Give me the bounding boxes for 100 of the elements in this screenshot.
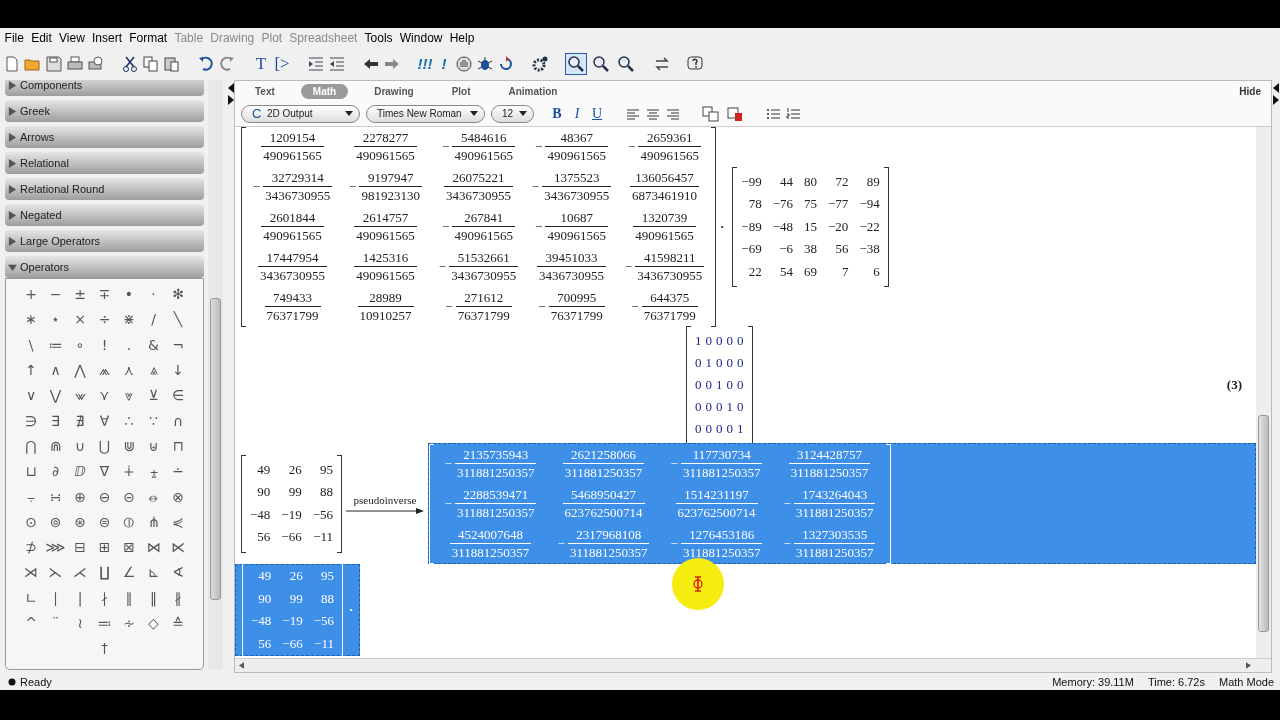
scroll-thumb[interactable]	[1258, 415, 1269, 632]
numerator: 39451033	[544, 250, 599, 266]
palette-header[interactable]: Relational	[5, 152, 204, 174]
redo-icon[interactable]	[218, 54, 236, 73]
menu-item[interactable]: Tools	[361, 30, 397, 45]
numerator: 2135735943	[462, 446, 530, 463]
numerator: 1320739	[640, 210, 689, 226]
minus-sign: −	[535, 219, 543, 235]
context-tab[interactable]: Animation	[496, 83, 570, 99]
matrix-entry: −11	[312, 528, 334, 546]
expand-arrow-icon[interactable]	[228, 95, 234, 105]
clipboard-icon[interactable]	[163, 54, 181, 73]
menu-item[interactable]: Help	[446, 30, 478, 45]
matrix-entry: 1	[705, 354, 712, 372]
execute-button[interactable]: !	[436, 55, 452, 72]
context-tab[interactable]: Plot	[439, 83, 483, 99]
menu-item[interactable]: Edit	[27, 30, 56, 45]
menu-item[interactable]: Window	[396, 30, 447, 45]
numerator: 749433	[272, 290, 313, 306]
matrix-entry: 0	[716, 420, 723, 438]
matrix-entry: 72	[834, 172, 849, 191]
menu-item[interactable]: Format	[125, 30, 171, 45]
matrix-entry: 99	[287, 483, 302, 501]
printer-icon[interactable]	[66, 54, 84, 73]
underline-button[interactable]: U	[590, 105, 604, 122]
copy-icon[interactable]	[142, 54, 160, 73]
numerator: 2659361	[645, 130, 694, 146]
align-right-icon[interactable]	[666, 107, 680, 120]
zoom-button[interactable]	[565, 52, 587, 75]
bold-button[interactable]: B	[550, 105, 564, 122]
collapse-arrow-icon[interactable]	[1273, 83, 1279, 93]
collapse-arrow-icon[interactable]	[228, 83, 234, 93]
hide-button[interactable]: Hide	[1239, 85, 1261, 97]
help-icon[interactable]	[687, 54, 705, 73]
scrollbar[interactable]	[235, 658, 1271, 672]
text-tool-button[interactable]: T	[252, 53, 270, 74]
palette-header[interactable]: Components	[5, 80, 204, 96]
text-tool-button[interactable]: [>	[273, 53, 291, 74]
menu-item[interactable]: File	[1, 30, 28, 45]
execute-button[interactable]: !!!	[417, 55, 433, 72]
menu-item[interactable]: View	[55, 30, 89, 45]
minus-sign: −	[349, 179, 357, 195]
bullet-list-icon[interactable]	[766, 107, 780, 120]
scroll-left-icon[interactable]	[239, 662, 244, 669]
context-tab[interactable]: Text	[243, 83, 287, 99]
matrix-entry: 0	[716, 354, 723, 372]
matrix-entry: −22	[859, 217, 880, 236]
minus-sign: −	[252, 179, 261, 195]
menu-item[interactable]: Insert	[88, 30, 126, 45]
triangle-icon	[8, 210, 17, 220]
scroll-thumb[interactable]	[210, 298, 221, 600]
style-dropdown[interactable]: C 2D Output	[241, 104, 360, 123]
matrix-entry: 0	[705, 398, 712, 416]
outdent-icon[interactable]	[328, 54, 346, 73]
numerator: 5468950427	[570, 486, 638, 503]
print-preview-icon[interactable]	[87, 54, 105, 73]
italic-button[interactable]: I	[570, 105, 584, 122]
result-selection[interactable]	[428, 443, 1256, 564]
context-tab[interactable]: Drawing	[362, 83, 426, 99]
swap-arrows-icon[interactable]	[653, 54, 671, 73]
scroll-right-icon[interactable]	[1246, 662, 1251, 669]
scissors-icon[interactable]	[121, 54, 139, 73]
denominator: 76371799	[548, 306, 605, 324]
palette-header[interactable]: Large Operators	[5, 230, 204, 252]
frame-icon[interactable]	[726, 104, 744, 123]
palette-header[interactable]: Relational Round	[5, 178, 204, 200]
denominator: 311881250357	[680, 462, 763, 481]
minus-sign: −	[438, 259, 447, 275]
denominator: 76371799	[455, 306, 512, 324]
palette-header[interactable]: Negated	[5, 204, 204, 226]
minus-sign: −	[445, 299, 453, 315]
numbered-list-icon[interactable]	[786, 107, 800, 120]
scrollbar[interactable]	[1256, 127, 1271, 658]
palette-header[interactable]: Arrows	[5, 126, 204, 148]
restart-icon[interactable]	[497, 54, 515, 73]
font-dropdown[interactable]: Times New Roman	[366, 104, 485, 123]
denominator: 76371799	[641, 306, 698, 324]
numerator: 32729314	[270, 170, 325, 186]
palette-header[interactable]: Greek	[5, 100, 204, 122]
matrix-entry: −66	[281, 528, 302, 546]
indent-icon[interactable]	[307, 54, 325, 73]
text-box-icon[interactable]	[702, 104, 720, 123]
new-document-icon[interactable]	[3, 54, 21, 73]
bug-icon[interactable]	[476, 54, 494, 73]
denominator: 3436730955	[542, 186, 612, 204]
gear-icon[interactable]	[531, 54, 549, 73]
cursor-highlight-icon	[672, 558, 724, 610]
matrix-entry: −11	[313, 634, 335, 653]
palette-header[interactable]: Operators	[5, 256, 204, 278]
hand-icon[interactable]	[455, 54, 473, 73]
minus-sign: −	[442, 219, 450, 235]
matrix-entry: 0	[705, 420, 712, 438]
numerator: 2278277	[361, 130, 410, 146]
size-dropdown[interactable]: 12	[491, 104, 534, 123]
expand-arrow-icon[interactable]	[1273, 95, 1279, 105]
equation-label: (3)	[1226, 377, 1242, 393]
scrollbar[interactable]	[208, 80, 223, 669]
align-center-icon[interactable]	[646, 107, 660, 120]
align-left-icon[interactable]	[626, 107, 640, 120]
undo-icon[interactable]	[197, 54, 215, 73]
